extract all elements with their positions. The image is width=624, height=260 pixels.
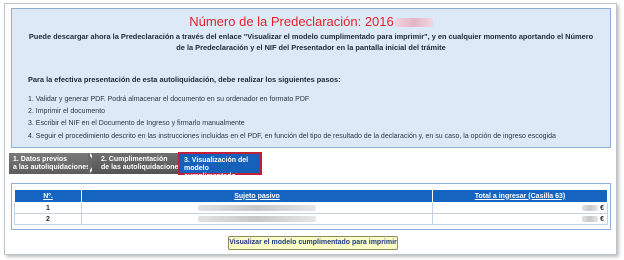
header-num[interactable]: Nº. [14,189,82,203]
row-sujeto-pasivo [81,202,433,214]
step-item: 1. Validar y generar PDF. Podrá almacena… [28,96,310,103]
row-num: 2 [14,213,82,225]
predeclaration-number-title: Número de la Predeclaración: 2016 [12,15,610,29]
row-sujeto-pasivo [81,213,433,225]
table-row: 2 € [14,213,608,225]
redacted-amount [582,204,599,211]
table-row: 1 € [14,202,608,214]
steps-title: Para la efectiva presentación de esta au… [28,75,341,84]
results-table: Nº. Sujeto pasivo Total a ingresar (Casi… [14,189,608,225]
step-item: 4. Seguir el procedimiento descrito en l… [28,132,556,140]
step-item: 3. Escribir el NIF en el Documento de In… [28,120,245,128]
redacted-amount [582,215,599,222]
step-item: 2. Imprimir el documento [28,108,106,116]
wizard-step-datos-previos[interactable]: 1. Datos previos a las autoliquidaciones [9,153,95,174]
row-total: € [432,213,608,225]
steps-list: 1. Validar y generar PDF. Podrá almacena… [28,94,556,143]
row-total: € [432,202,608,214]
results-table-panel: Nº. Sujeto pasivo Total a ingresar (Casi… [11,183,611,230]
redacted-name [198,204,316,211]
intro-text: Puede descargar ahora la Predeclaración … [28,32,594,52]
redacted-name [198,215,316,222]
header-total[interactable]: Total a ingresar (Casilla 63) [432,189,608,203]
row-num: 1 [14,202,82,214]
wizard-step-visualizacion-active[interactable]: 3. Visualización del modelo cumplimentad… [178,152,262,180]
redacted-number [394,18,433,28]
info-panel: Número de la Predeclaración: 2016 Puede … [11,8,611,148]
wizard-step-cumplimentacion[interactable]: 2. Cumplimentación de las autoliquidacio… [92,153,188,174]
view-model-print-button[interactable]: Visualizar el modelo cumplimentado para … [228,236,398,250]
header-sujeto-pasivo[interactable]: Sujeto pasivo [81,189,433,203]
table-header-row: Nº. Sujeto pasivo Total a ingresar (Casi… [14,189,608,203]
